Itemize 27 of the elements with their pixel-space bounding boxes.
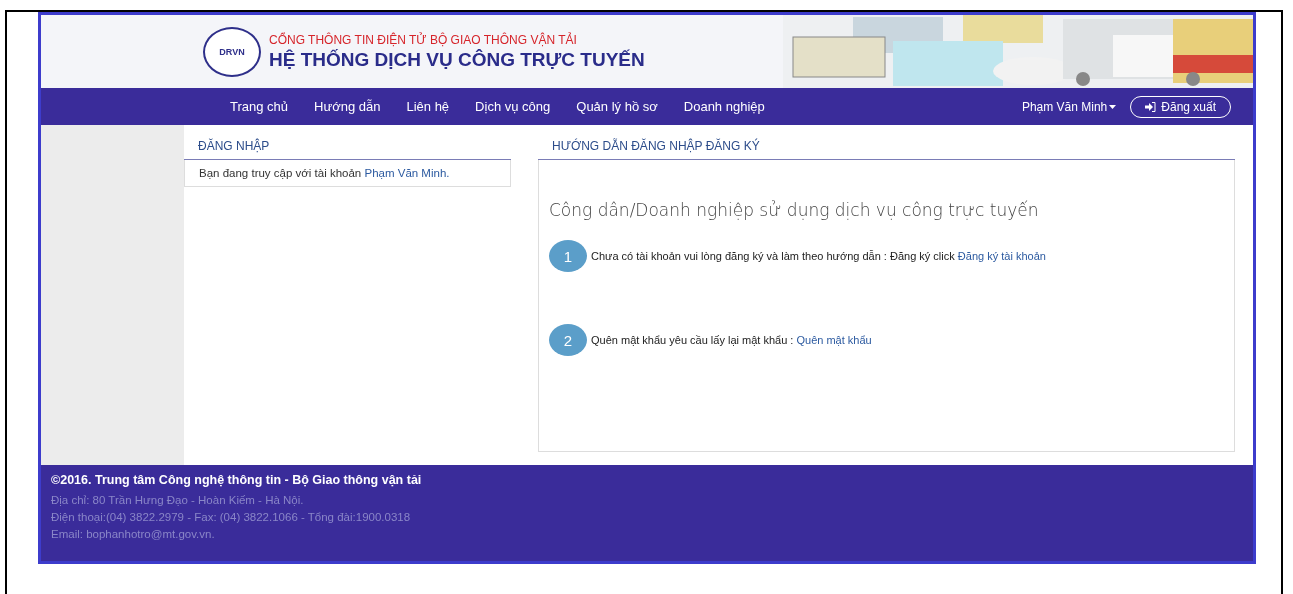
guide-heading: Công dân/Doanh nghiệp sử dụng dịch vụ công trực tuyến	[549, 200, 1040, 220]
panel-title: HƯỚNG DẪN ĐĂNG NHẬP ĐĂNG KÝ	[538, 125, 1235, 160]
step-text: Quên mật khẩu yêu cầu lấy lại mật khẩu : Quên mật khẩu	[591, 334, 872, 346]
portal-subtitle: CỔNG THÔNG TIN ĐIỆN TỬ BỘ GIAO THÔNG VẬN TẢI	[269, 32, 578, 47]
footer-line: Email: bophanhotro@mt.gov.vn.	[51, 528, 216, 540]
nav-link[interactable]: Quản lý hồ sơ	[576, 99, 658, 114]
footer-line: Địa chỉ: 80 Trần Hưng Đạo - Hoàn Kiếm - Hà Nội.	[51, 494, 305, 506]
nav-link[interactable]: Liên hệ	[406, 99, 450, 114]
sign-in-icon	[1145, 101, 1157, 112]
step-number: 2	[549, 324, 587, 356]
nav-link[interactable]: Trang chủ	[230, 99, 289, 114]
user-link[interactable]: Phạm Văn Minh.	[364, 167, 450, 179]
nav-link[interactable]: Dịch vụ công	[475, 99, 551, 114]
site-title: HỆ THỐNG DỊCH VỤ CÔNG TRỰC TUYẾN	[269, 48, 645, 71]
step-number: 1	[549, 240, 587, 272]
account-info: Bạn đang truy cập với tài khoản Phạm Văn Minh.	[184, 160, 511, 187]
nav-link[interactable]: Doanh nghiệp	[683, 99, 765, 114]
logo: DRVN	[203, 26, 261, 77]
footer-line: Điện thoại:(04) 3822.2979 - Fax: (04) 3822.1066 - Tổng đài:1900.0318	[51, 511, 412, 523]
nav-link[interactable]: Hướng dẫn	[314, 99, 381, 114]
user-menu[interactable]: Phạm Văn Minh	[1021, 99, 1117, 114]
panel-title: ĐĂNG NHẬP	[184, 125, 511, 160]
copyright: ©2016. Trung tâm Công nghệ thông tin - Bộ Giao thông vận tải	[51, 473, 423, 487]
caret-icon	[1109, 104, 1117, 109]
step-text: Chưa có tài khoản vui lòng đăng ký và làm theo hướng dẫn : Đăng ký click Đăng ký tài khoản	[591, 250, 1046, 262]
step-link[interactable]: Đăng ký tài khoản	[957, 250, 1046, 262]
step-link[interactable]: Quên mật khẩu	[796, 334, 872, 346]
